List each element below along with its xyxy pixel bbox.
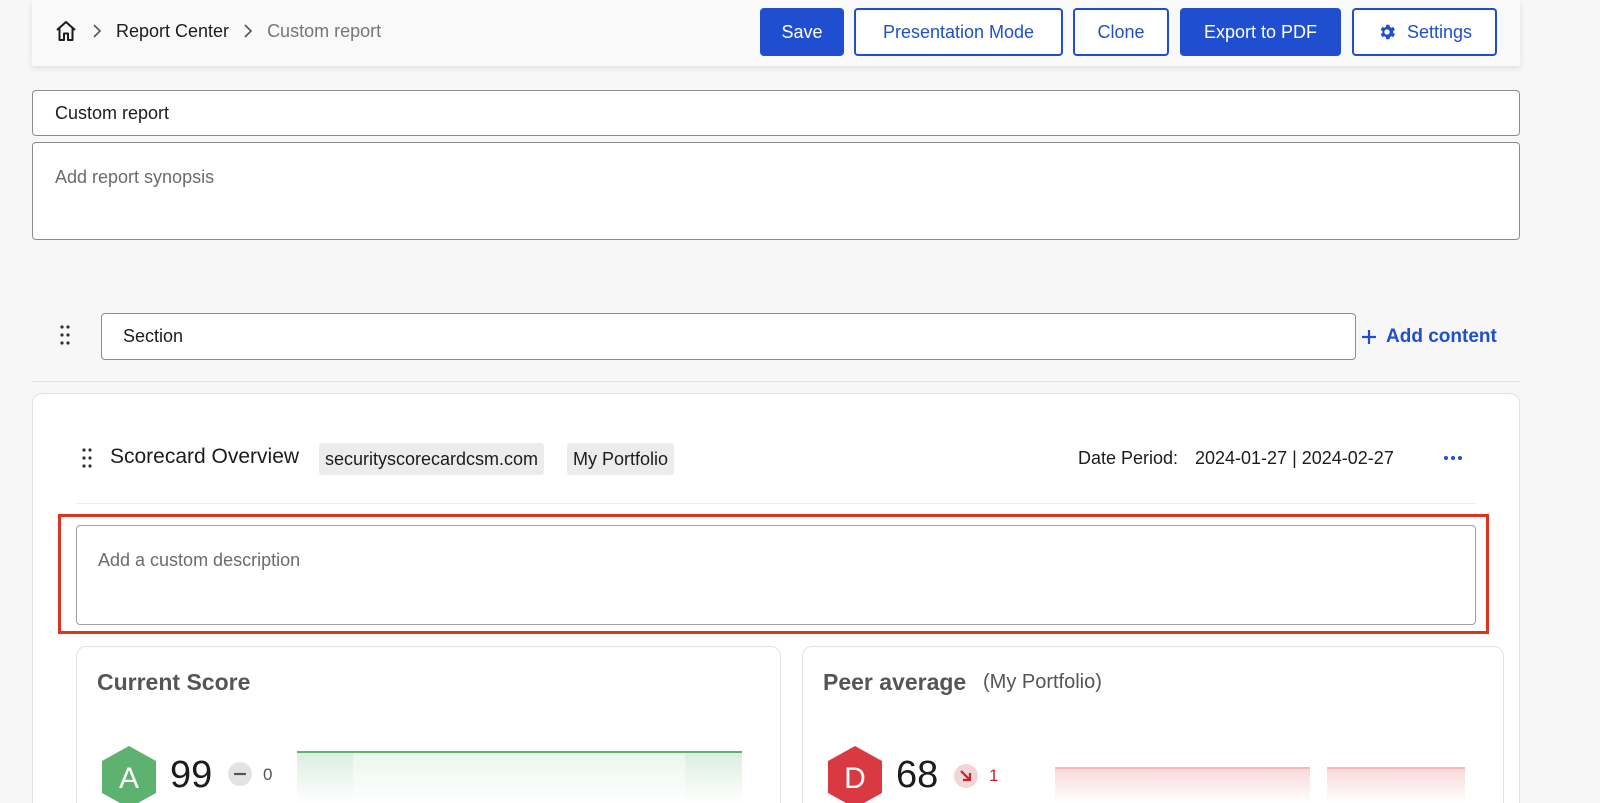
custom-description-input[interactable]: Add a custom description	[76, 525, 1476, 625]
settings-button[interactable]: Settings	[1352, 8, 1497, 56]
peer-average-subtitle: (My Portfolio)	[983, 671, 1102, 693]
current-score-sparkline	[297, 751, 742, 803]
current-score-change: 0	[263, 765, 273, 784]
peer-average-sparkline	[1055, 767, 1465, 803]
more-horizontal-icon[interactable]	[1442, 452, 1464, 464]
trend-flat-icon	[228, 762, 252, 786]
gear-icon	[1377, 22, 1397, 42]
export-pdf-button[interactable]: Export to PDF	[1180, 8, 1341, 56]
date-period-value: 2024-01-27 | 2024-02-27	[1195, 448, 1394, 468]
peer-average-value: 68	[896, 754, 939, 796]
widget-title: Scorecard Overview	[110, 445, 300, 468]
grade-letter: D	[844, 762, 866, 795]
report-title-input[interactable]: Custom report	[32, 90, 1520, 136]
chevron-right-icon	[92, 24, 102, 38]
section-drag-handle-icon[interactable]	[59, 324, 71, 346]
plus-icon	[1360, 328, 1378, 346]
current-score-title: Current Score	[97, 669, 251, 695]
chevron-right-icon	[243, 24, 253, 38]
current-score-value: 99	[170, 754, 213, 796]
settings-label: Settings	[1406, 21, 1473, 42]
widget-drag-handle-icon[interactable]	[81, 447, 93, 469]
breadcrumb: Report Center Custom report	[54, 0, 381, 62]
save-button[interactable]: Save	[760, 8, 844, 56]
section-name-input[interactable]: Section	[101, 313, 1356, 360]
peer-average-title: Peer average	[823, 669, 967, 695]
grade-letter: A	[119, 762, 139, 795]
widget-divider	[76, 503, 1476, 504]
tag-domain: securityscorecardcsm.com	[319, 443, 545, 475]
add-content-label: Add content	[1386, 326, 1497, 347]
section-divider	[32, 381, 1520, 382]
home-icon[interactable]	[54, 19, 78, 43]
trend-down-icon	[954, 764, 978, 788]
clone-button[interactable]: Clone	[1073, 8, 1169, 56]
grade-badge: A	[100, 744, 158, 803]
peer-average-change: 1	[989, 766, 999, 785]
date-period-label: Date Period:	[1078, 448, 1179, 468]
breadcrumb-current: Custom report	[267, 20, 382, 41]
breadcrumb-report-center[interactable]: Report Center	[116, 21, 229, 42]
grade-badge: D	[826, 744, 884, 803]
report-synopsis-input[interactable]: Add report synopsis	[32, 142, 1520, 240]
tag-portfolio: My Portfolio	[567, 443, 675, 475]
presentation-mode-button[interactable]: Presentation Mode	[854, 8, 1063, 56]
add-content-button[interactable]: Add content	[1360, 322, 1497, 352]
